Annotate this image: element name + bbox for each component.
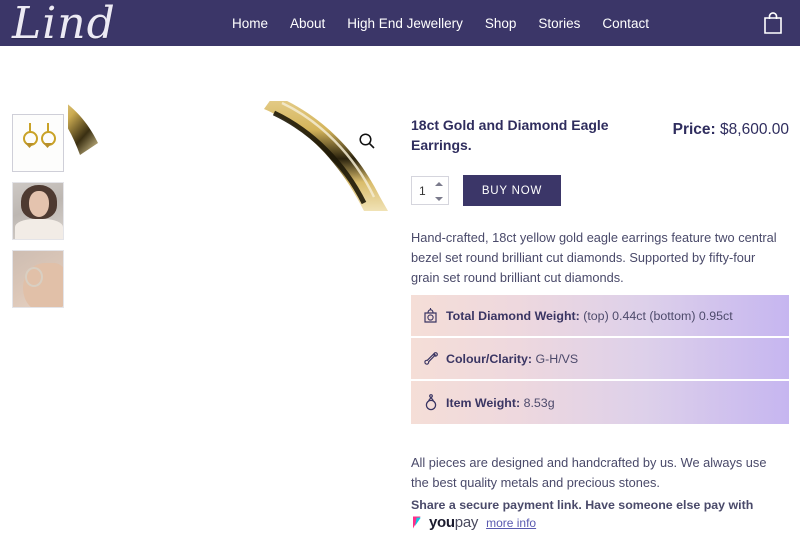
youpay-wordmark: youpay	[429, 514, 478, 531]
purchase-controls: 1 BUY NOW	[411, 175, 561, 206]
payment-share-text: Share a secure payment link. Have someon…	[411, 498, 754, 512]
spec-text-item-weight: Item Weight: 8.53g	[446, 396, 555, 410]
quantity-spinner[interactable]	[435, 182, 444, 201]
product-info: 18ct Gold and Diamond Eagle Earrings. Pr…	[411, 46, 789, 533]
youpay-brand-light: pay	[454, 514, 479, 531]
spec-label-1: Colour/Clarity:	[446, 351, 533, 366]
youpay-mark-icon	[413, 516, 421, 529]
spec-label-2: Item Weight:	[446, 395, 521, 410]
quantity-decrement-icon[interactable]	[435, 197, 443, 201]
nav-item-high-end-jewellery[interactable]: High End Jewellery	[347, 16, 463, 31]
site-logo-text: Lind	[12, 0, 116, 49]
quantity-increment-icon[interactable]	[435, 182, 443, 186]
nav-item-stories[interactable]: Stories	[538, 16, 580, 31]
product-description: Hand-crafted, 18ct yellow gold eagle ear…	[411, 230, 777, 285]
product-gallery	[0, 46, 400, 533]
payment-provider-row: youpay more info	[411, 514, 536, 531]
thumbnail-item-2[interactable]	[12, 182, 64, 240]
spec-row-colour-clarity: Colour/Clarity: G-H/VS	[411, 338, 789, 381]
youpay-brand-bold: you	[429, 514, 455, 531]
spec-value-2: 8.53g	[523, 395, 555, 410]
nav-item-shop[interactable]: Shop	[485, 16, 517, 31]
gem-brush-icon	[422, 349, 439, 368]
scale-icon	[422, 306, 439, 325]
spec-row-item-weight: Item Weight: 8.53g	[411, 381, 789, 424]
spec-value-1: G-H/VS	[535, 351, 579, 366]
shopping-bag-icon[interactable]	[762, 11, 784, 35]
nav-item-home[interactable]: Home	[232, 16, 268, 31]
thumbnail-item-3[interactable]	[12, 250, 64, 308]
main-navigation: Home About High End Jewellery Shop Stori…	[232, 0, 649, 46]
ring-icon	[422, 393, 439, 412]
site-header: Lind Home About High End Jewellery Shop …	[0, 0, 800, 49]
price-value: $8,600.00	[720, 121, 789, 138]
spec-value-0: (top) 0.44ct (bottom) 0.95ct	[583, 308, 733, 323]
thumbnail-list	[12, 114, 64, 308]
youpay-logo: youpay	[411, 514, 478, 531]
buy-now-button[interactable]: BUY NOW	[463, 175, 561, 206]
product-footnote: All pieces are designed and handcrafted …	[411, 455, 767, 490]
spec-row-total-diamond-weight: Total Diamond Weight: (top) 0.44ct (bott…	[411, 295, 789, 338]
spec-label-0: Total Diamond Weight:	[446, 308, 580, 323]
nav-item-contact[interactable]: Contact	[602, 16, 649, 31]
nav-item-about[interactable]: About	[290, 16, 325, 31]
product-title: 18ct Gold and Diamond Eagle Earrings.	[411, 117, 609, 154]
price-label: Price:	[672, 121, 716, 138]
spec-text-total-diamond-weight: Total Diamond Weight: (top) 0.44ct (bott…	[446, 309, 733, 323]
more-info-link[interactable]: more info	[486, 516, 536, 530]
product-page: 18ct Gold and Diamond Eagle Earrings. Pr…	[0, 46, 800, 533]
product-specs: Total Diamond Weight: (top) 0.44ct (bott…	[411, 295, 789, 424]
thumbnail-item-1[interactable]	[12, 114, 64, 172]
main-product-image[interactable]	[68, 101, 388, 211]
quantity-value: 1	[419, 183, 426, 198]
product-price: Price: $8,600.00	[673, 121, 789, 139]
spec-text-colour-clarity: Colour/Clarity: G-H/VS	[446, 352, 578, 366]
quantity-stepper[interactable]: 1	[411, 176, 449, 205]
site-logo[interactable]: Lind	[12, 0, 116, 49]
